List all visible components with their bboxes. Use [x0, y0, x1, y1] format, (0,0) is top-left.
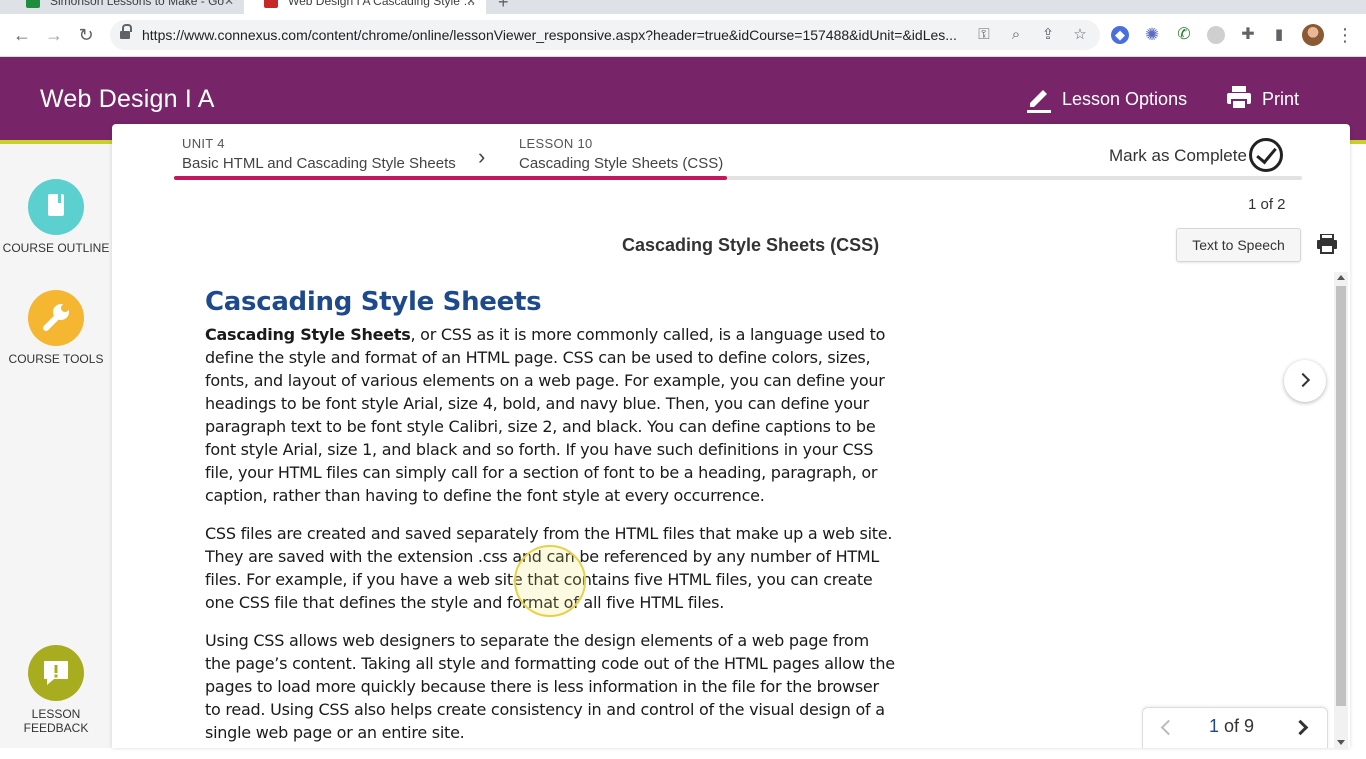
breadcrumb-chevron-icon: ›	[478, 144, 486, 169]
course-tools-label: COURSE TOOLS	[8, 352, 104, 366]
course-title: Web Design I A	[40, 85, 215, 113]
lesson-label: LESSON 10	[519, 136, 593, 151]
term-bold: Cascading Style Sheets	[205, 325, 411, 344]
sheets-favicon-icon	[26, 0, 40, 8]
address-bar: ← → ↻ https://www.connexus.com/content/c…	[0, 14, 1366, 57]
feedback-icon	[28, 645, 84, 701]
close-tab-icon[interactable]: ✕	[466, 0, 476, 12]
book-icon	[28, 179, 84, 235]
scroll-down-icon[interactable]	[1337, 740, 1345, 745]
lesson-card: UNIT 4 Basic HTML and Cascading Style Sh…	[112, 124, 1350, 748]
scroll-up-icon[interactable]	[1337, 275, 1345, 280]
unit-title: Basic HTML and Cascading Style Sheets	[182, 155, 456, 172]
lesson-feedback-button[interactable]: LESSON FEEDBACK	[0, 645, 112, 740]
total-pages: of 9	[1219, 716, 1255, 736]
new-tab-icon[interactable]: +	[498, 0, 509, 13]
lock-icon	[120, 24, 132, 40]
forward-icon[interactable]: →	[42, 23, 66, 47]
back-icon[interactable]: ←	[10, 23, 34, 47]
scrollbar[interactable]	[1334, 272, 1348, 748]
content-heading: Cascading Style Sheets	[205, 287, 542, 317]
close-tab-icon[interactable]: ✕	[224, 0, 234, 12]
lesson-progress-bar	[174, 176, 1302, 180]
mark-as-complete-button[interactable]: Mark as Complete	[1109, 138, 1289, 172]
puzzle-extensions-icon[interactable]: ✚	[1239, 26, 1257, 44]
cursor-highlight	[514, 545, 586, 617]
previous-page-icon[interactable]	[1160, 719, 1177, 736]
tab-title: Web Design I A Cascading Style Sheets	[288, 0, 476, 8]
current-page[interactable]: 1	[1209, 716, 1219, 736]
lesson-feedback-label-2: FEEDBACK	[23, 721, 89, 735]
wrench-icon	[28, 290, 84, 346]
scrollbar-thumb[interactable]	[1336, 286, 1346, 706]
url-text[interactable]: https://www.connexus.com/content/chrome/…	[142, 20, 972, 50]
lesson-feedback-label: LESSON	[31, 707, 81, 721]
lesson-options-button[interactable]: Lesson Options	[1026, 85, 1188, 113]
extension-circle-icon[interactable]	[1207, 26, 1225, 44]
profile-avatar[interactable]	[1302, 24, 1324, 46]
side-panel-icon[interactable]: ▮	[1270, 26, 1288, 44]
lesson-heading: Cascading Style Sheets (CSS)	[622, 235, 880, 255]
print-page-icon[interactable]	[1316, 233, 1338, 259]
share-icon[interactable]: ⇪	[1040, 27, 1056, 43]
browser-tabstrip: Simonson Lessons to Make - Go ✕ Web Desi…	[0, 0, 1366, 14]
page-indicator: 1 of 2	[1248, 196, 1286, 213]
mark-complete-label: Mark as Complete	[1109, 146, 1247, 165]
course-outline-button[interactable]: COURSE OUTLINE	[0, 179, 112, 259]
extension-gear-icon[interactable]: ✺	[1143, 26, 1161, 44]
paragraph: Cascading Style Sheets, or CSS as it is …	[205, 323, 895, 507]
left-rail: COURSE OUTLINE COURSE TOOLS LESSON FEEDB…	[0, 144, 112, 748]
lesson-title: Cascading Style Sheets (CSS)	[519, 155, 724, 172]
print-label: Print	[1262, 89, 1300, 109]
checkmark-circle-icon	[1249, 138, 1283, 172]
print-button[interactable]: Print	[1226, 85, 1306, 113]
printer-icon	[1227, 86, 1251, 110]
key-icon[interactable]: ⚿	[976, 27, 992, 43]
lesson-progress-fill	[174, 176, 727, 180]
breadcrumb-lesson: LESSON 10 Cascading Style Sheets (CSS)	[519, 136, 723, 174]
tab-title: Simonson Lessons to Make - Go	[50, 0, 225, 8]
text-to-speech-button[interactable]: Text to Speech	[1176, 228, 1301, 262]
next-page-icon[interactable]	[1292, 719, 1309, 736]
paragraph-text: , or CSS as it is more commonly called, …	[205, 325, 886, 505]
lesson-options-label: Lesson Options	[1062, 89, 1188, 109]
breadcrumb-unit[interactable]: UNIT 4 Basic HTML and Cascading Style Sh…	[182, 136, 456, 174]
reload-icon[interactable]: ↻	[74, 23, 98, 47]
page-number: 1 of 9	[1209, 716, 1254, 737]
unit-label: UNIT 4	[182, 136, 225, 151]
connexus-favicon-icon	[264, 0, 278, 8]
zoom-icon[interactable]: ⌕	[1008, 27, 1024, 43]
course-outline-label: COURSE OUTLINE	[2, 241, 110, 255]
browser-tab[interactable]: Simonson Lessons to Make - Go ✕	[6, 0, 244, 14]
page-navigator: 1 of 9	[1142, 707, 1328, 748]
next-page-button[interactable]	[1284, 360, 1326, 402]
lesson-content: Cascading Style Sheets Cascading Style S…	[205, 284, 895, 759]
browser-tab-active[interactable]: Web Design I A Cascading Style Sheets ✕	[244, 0, 486, 14]
phone-extension-icon[interactable]: ✆	[1175, 26, 1193, 44]
extension-icon[interactable]: ◆	[1111, 26, 1129, 44]
course-tools-button[interactable]: COURSE TOOLS	[0, 290, 112, 370]
paragraph: Using CSS allows web designers to separa…	[205, 631, 895, 742]
bookmark-star-icon[interactable]: ☆	[1072, 27, 1088, 43]
url-field[interactable]: https://www.connexus.com/content/chrome/…	[110, 20, 1100, 50]
pencil-icon	[1027, 90, 1051, 113]
browser-menu-icon[interactable]: ⋮	[1336, 24, 1354, 46]
